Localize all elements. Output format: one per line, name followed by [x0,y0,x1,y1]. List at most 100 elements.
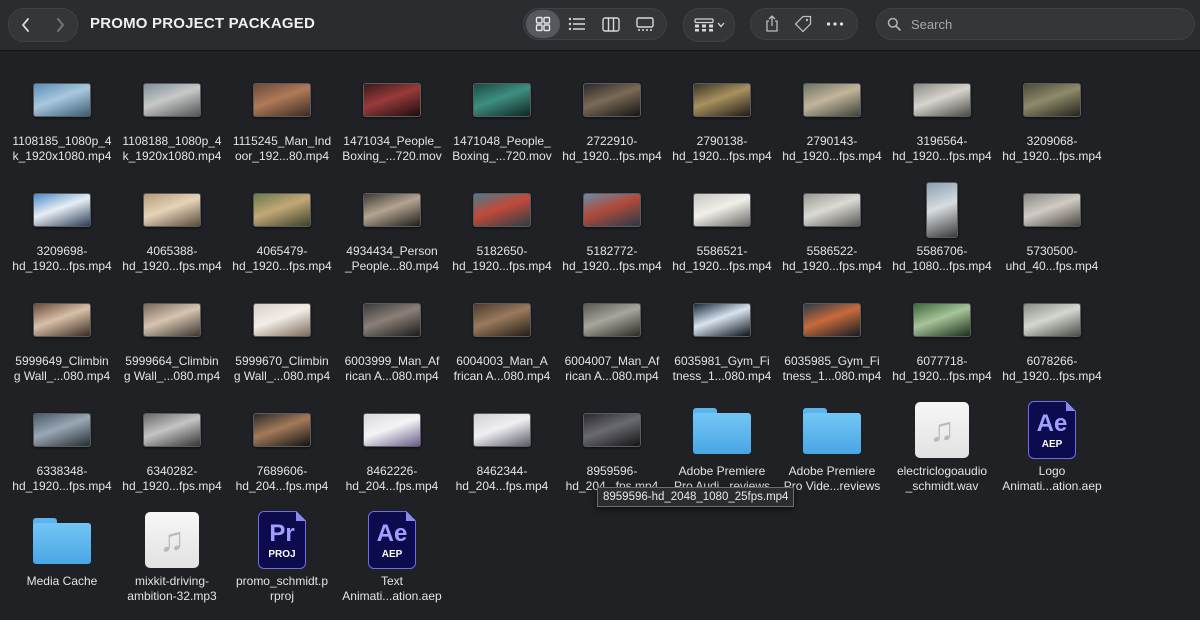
tag-button[interactable] [794,15,812,33]
file-item[interactable]: Ae AEP Logo Animati...ation.aep [997,400,1107,510]
group-by-button[interactable] [683,8,735,42]
file-name: 4065479- hd_1920...fps.mp4 [227,244,337,274]
file-name: 1108188_1080p_4 k_1920x1080.mp4 [117,134,227,164]
chevron-left-icon [21,18,29,32]
file-item[interactable]: 5182650- hd_1920...fps.mp4 [447,180,557,290]
video-thumbnail [803,193,861,227]
list-view-button[interactable] [560,10,594,38]
file-item[interactable]: 1471034_People_ Boxing_...720.mov [337,70,447,180]
file-item[interactable]: 3209698- hd_1920...fps.mp4 [7,180,117,290]
file-item[interactable]: Media Cache [7,510,117,620]
file-name-line: hd_1920...fps.mp4 [1002,369,1102,383]
file-item[interactable]: 4065388- hd_1920...fps.mp4 [117,180,227,290]
file-name-line: 7689606- [256,464,308,478]
video-thumbnail [913,83,971,117]
file-item[interactable]: 8462344- hd_204...fps.mp4 [447,400,557,510]
file-name-line: Media Cache [26,574,98,588]
file-icon-container [447,400,557,460]
file-item[interactable]: 5999670_Climbin g Wall_...080.mp4 [227,290,337,400]
file-name-line: 3209068- [1026,134,1078,148]
file-item[interactable]: 6078266- hd_1920...fps.mp4 [997,290,1107,400]
folder-icon [693,406,751,454]
file-item[interactable]: 5586706- hd_1080...fps.mp4 [887,180,997,290]
file-name-line: Boxing_...720.mov [452,149,552,163]
file-name-line: g Wall_...080.mp4 [233,369,331,383]
file-icon-container [667,180,777,240]
column-view-button[interactable] [594,10,628,38]
file-name-line: promo_schmidt.p [235,574,329,588]
file-name: 6078266- hd_1920...fps.mp4 [997,354,1107,384]
file-name: 8462226- hd_204...fps.mp4 [337,464,447,494]
file-item[interactable]: Pr PROJ promo_schmidt.p rproj [227,510,337,620]
gallery-view-button[interactable] [628,10,662,38]
file-item[interactable]: 2790138- hd_1920...fps.mp4 [667,70,777,180]
file-name-line: rican A...080.mp4 [565,369,659,383]
file-item[interactable]: 4934434_Person _People...80.mp4 [337,180,447,290]
folder-icon [33,516,91,564]
file-name-line: Animati...ation.aep [342,589,442,603]
file-name-line: 1108185_1080p_4 [12,134,112,148]
file-item[interactable]: 6035985_Gym_Fi tness_1...080.mp4 [777,290,887,400]
file-name: 1108185_1080p_4 k_1920x1080.mp4 [7,134,117,164]
video-thumbnail [926,182,958,238]
more-button[interactable] [826,22,844,26]
file-item[interactable]: Ae AEP Text Animati...ation.aep [337,510,447,620]
file-icon-container [7,400,117,460]
file-item[interactable]: 6004003_Man_A frican A...080.mp4 [447,290,557,400]
file-item[interactable]: 5182772- hd_1920...fps.mp4 [557,180,667,290]
back-button[interactable] [9,9,43,41]
video-thumbnail [583,83,641,117]
file-name: 5730500- uhd_40...fps.mp4 [997,244,1107,274]
video-thumbnail [1023,193,1081,227]
video-thumbnail [803,303,861,337]
file-name-line: hd_1920...fps.mp4 [12,479,112,493]
file-name: electriclogoaudio _schmidt.wav [887,464,997,494]
file-name-line: 2790138- [696,134,748,148]
file-name-line: _schmidt.wav [905,479,979,493]
file-name-line: 6078266- [1026,354,1078,368]
file-item[interactable]: 1108188_1080p_4 k_1920x1080.mp4 [117,70,227,180]
file-item[interactable]: 5586521- hd_1920...fps.mp4 [667,180,777,290]
file-icon-container [227,400,337,460]
file-item[interactable]: 6004007_Man_Af rican A...080.mp4 [557,290,667,400]
file-item[interactable]: 7689606- hd_204...fps.mp4 [227,400,337,510]
file-name-line: 8959596- [586,464,638,478]
file-item[interactable]: 6077718- hd_1920...fps.mp4 [887,290,997,400]
search-input[interactable] [909,15,1183,33]
file-icon-container [667,400,777,460]
file-item[interactable]: 6003999_Man_Af rican A...080.mp4 [337,290,447,400]
file-item[interactable]: 2790143- hd_1920...fps.mp4 [777,70,887,180]
toolbar: PROMO PROJECT PACKAGED [0,0,1200,51]
file-icon-container [447,70,557,130]
file-item[interactable]: 3209068- hd_1920...fps.mp4 [997,70,1107,180]
file-item[interactable]: 6340282- hd_1920...fps.mp4 [117,400,227,510]
file-name-line: hd_1920...fps.mp4 [562,149,662,163]
file-type-label: AEP [1041,438,1063,450]
share-button[interactable] [764,15,780,33]
file-type-label: PROJ [268,548,296,560]
file-item[interactable]: 4065479- hd_1920...fps.mp4 [227,180,337,290]
file-item[interactable]: ♫ mixkit-driving-ambition-32.mp3 [117,510,227,620]
file-item[interactable]: 2722910- hd_1920...fps.mp4 [557,70,667,180]
file-item[interactable]: 1108185_1080p_4 k_1920x1080.mp4 [7,70,117,180]
file-item[interactable]: ♫ electriclogoaudio _schmidt.wav [887,400,997,510]
file-item[interactable]: 6035981_Gym_Fi tness_1...080.mp4 [667,290,777,400]
icon-view-button[interactable] [526,10,560,38]
file-name-line: hd_1920...fps.mp4 [122,259,222,273]
file-item[interactable]: 6338348- hd_1920...fps.mp4 [7,400,117,510]
video-thumbnail [1023,83,1081,117]
file-icon-container [887,290,997,350]
forward-button[interactable] [43,9,77,41]
file-name: 6340282- hd_1920...fps.mp4 [117,464,227,494]
file-item[interactable]: 1115245_Man_Ind oor_192...80.mp4 [227,70,337,180]
file-item[interactable]: 1471048_People_ Boxing_...720.mov [447,70,557,180]
video-thumbnail [33,303,91,337]
file-item[interactable]: 5586522- hd_1920...fps.mp4 [777,180,887,290]
file-item[interactable]: 5999649_Climbin g Wall_...080.mp4 [7,290,117,400]
search-field[interactable] [876,8,1195,40]
file-item[interactable]: 5730500- uhd_40...fps.mp4 [997,180,1107,290]
file-item[interactable]: 5999664_Climbin g Wall_...080.mp4 [117,290,227,400]
file-name-line: 5999649_Climbin [15,354,109,368]
file-item[interactable]: 8462226- hd_204...fps.mp4 [337,400,447,510]
file-item[interactable]: 3196564- hd_1920...fps.mp4 [887,70,997,180]
